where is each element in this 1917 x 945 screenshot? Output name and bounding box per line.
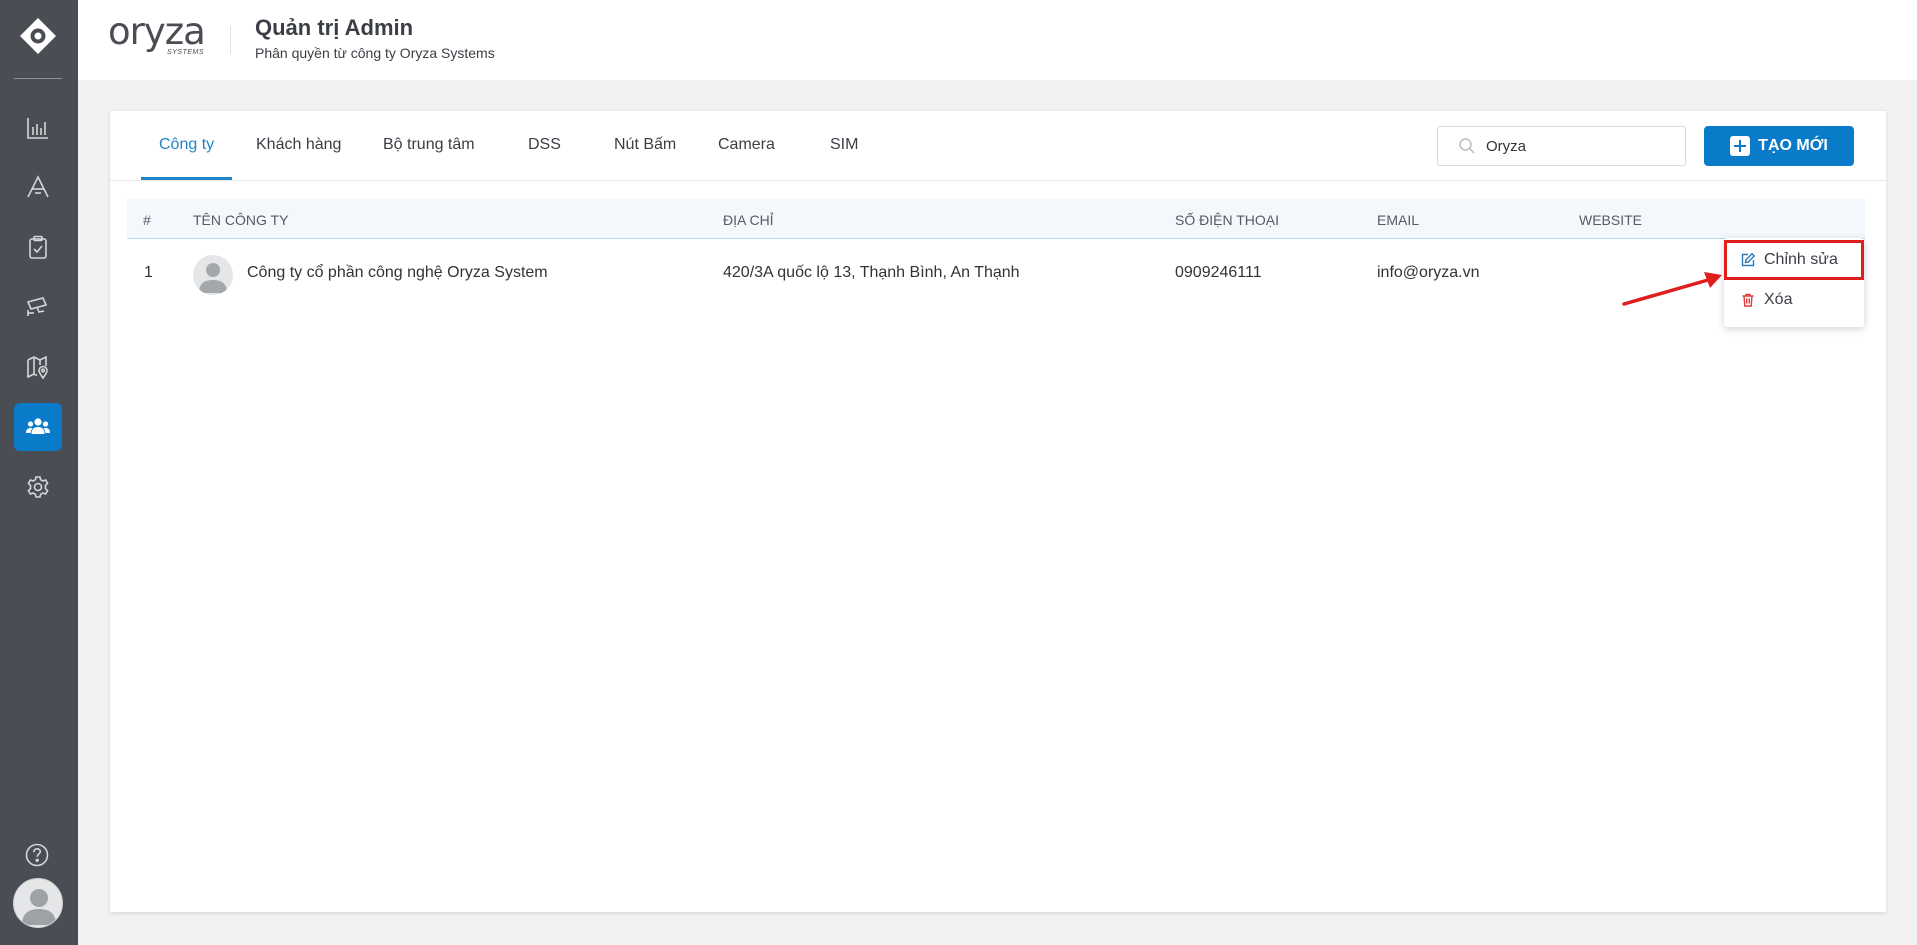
map-marker-icon (27, 355, 48, 380)
clipboard-check-icon (29, 235, 47, 259)
create-new-label: TẠO MỚI (1758, 137, 1828, 154)
col-company-name[interactable]: TÊN CÔNG TY (193, 212, 288, 228)
tab-dss[interactable]: DSS (528, 136, 561, 181)
tab-nut-bam[interactable]: Nút Bấm (614, 136, 676, 181)
edit-label: Chỉnh sửa (1764, 251, 1838, 268)
sidebar-item-tasks[interactable] (14, 223, 62, 271)
company-avatar-icon (199, 263, 227, 293)
row-email: info@oryza.vn (1377, 264, 1480, 281)
table-header: # TÊN CÔNG TY ĐỊA CHỈ SỐ ĐIỆN THOẠI EMAI… (127, 199, 1865, 239)
sidebar-item-map[interactable] (14, 343, 62, 391)
table-row[interactable]: 1 Công ty cổ phần công nghệ Oryza System… (127, 240, 1865, 310)
brand-name: oryza (108, 10, 206, 53)
create-new-button[interactable]: TẠO MỚI (1704, 126, 1854, 166)
sidebar-item-font[interactable] (14, 163, 62, 211)
cctv-camera-icon (26, 297, 48, 316)
annotation-arrow (1622, 272, 1722, 306)
col-index[interactable]: # (143, 212, 151, 228)
bar-chart-icon (27, 118, 48, 139)
row-company-name: Công ty cổ phần công nghệ Oryza System (247, 264, 548, 281)
tab-camera[interactable]: Camera (718, 136, 775, 181)
active-tab-indicator (141, 177, 232, 180)
brand-logo[interactable]: oryza SYSTEMS (108, 10, 218, 60)
row-index: 1 (144, 264, 153, 281)
edit-icon (1741, 252, 1756, 267)
main-card: Công ty Khách hàng Bộ trung tâm DSS Nút … (110, 111, 1886, 912)
col-email[interactable]: EMAIL (1377, 212, 1419, 228)
sidebar-item-camera[interactable] (14, 283, 62, 331)
help-icon[interactable] (24, 842, 50, 868)
user-avatar[interactable] (13, 878, 63, 928)
delete-menu-item[interactable]: Xóa (1724, 280, 1864, 320)
col-website[interactable]: WEBSITE (1579, 212, 1642, 228)
sidebar-item-users[interactable] (14, 403, 62, 451)
trash-icon (1742, 293, 1754, 307)
search-icon (1459, 138, 1475, 154)
font-icon (27, 175, 49, 198)
header: oryza SYSTEMS Quản trị Admin Phân quyền … (78, 0, 1917, 80)
row-context-menu: Chỉnh sửa Xóa (1724, 238, 1864, 327)
header-divider (230, 26, 231, 54)
tabs-bar: Công ty Khách hàng Bộ trung tâm DSS Nút … (110, 111, 1886, 181)
delete-label: Xóa (1764, 291, 1793, 308)
sidebar-item-settings[interactable] (14, 463, 62, 511)
app-logo-icon[interactable] (18, 16, 58, 56)
sidebar (0, 0, 78, 945)
sidebar-item-dashboard[interactable] (14, 104, 62, 152)
tab-sim[interactable]: SIM (830, 136, 858, 181)
page-title: Quản trị Admin (255, 15, 414, 40)
company-avatar (193, 255, 233, 295)
gear-icon (27, 476, 49, 498)
sidebar-divider (14, 78, 62, 79)
plus-icon (1730, 136, 1751, 156)
brand-sub: SYSTEMS (167, 49, 204, 56)
col-phone[interactable]: SỐ ĐIỆN THOẠI (1175, 212, 1279, 228)
search-input[interactable] (1486, 127, 1681, 165)
search-box[interactable] (1437, 126, 1686, 166)
user-avatar-icon (22, 889, 56, 925)
tab-bo-trung-tam[interactable]: Bộ trung tâm (383, 136, 475, 181)
row-address: 420/3A quốc lộ 13, Thạnh Bình, An Thạnh (723, 264, 1020, 281)
users-icon (26, 418, 50, 434)
tab-cong-ty[interactable]: Công ty (159, 136, 214, 181)
page-subtitle: Phân quyền từ công ty Oryza Systems (255, 45, 495, 61)
col-address[interactable]: ĐỊA CHỈ (723, 212, 774, 228)
edit-menu-item[interactable]: Chỉnh sửa (1724, 240, 1864, 280)
tab-khach-hang[interactable]: Khách hàng (256, 136, 341, 181)
row-phone: 0909246111 (1175, 264, 1262, 281)
